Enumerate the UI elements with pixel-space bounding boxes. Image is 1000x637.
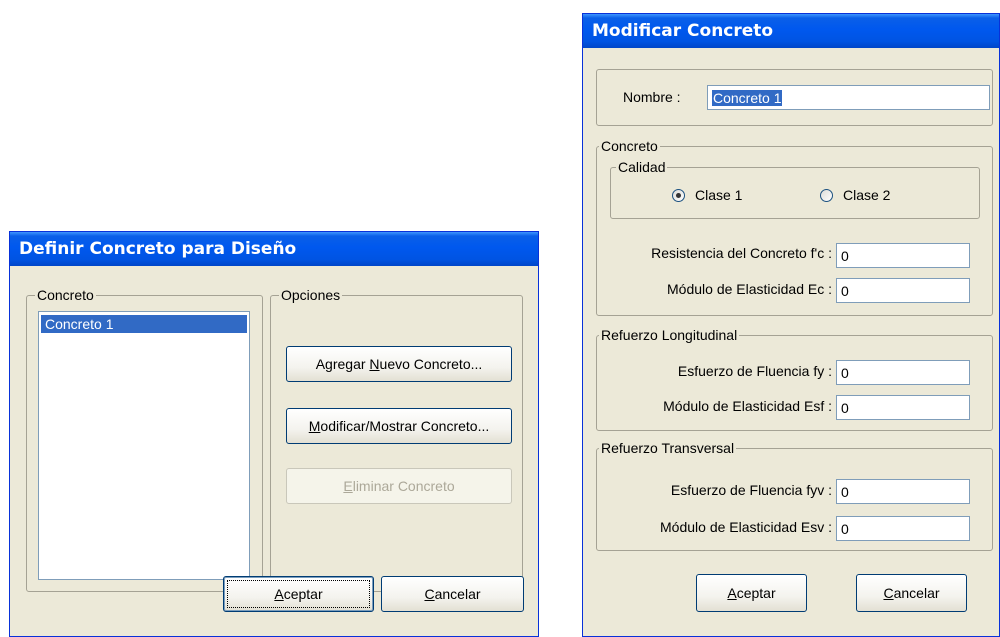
- refuerzo-transversal-label: Refuerzo Transversal: [599, 440, 737, 456]
- dialog-title: Modificar Concreto: [583, 14, 999, 48]
- clase-2-radio[interactable]: [820, 189, 833, 202]
- concreto-listbox[interactable]: Concreto 1: [38, 311, 250, 580]
- fy-field[interactable]: 0: [836, 360, 970, 385]
- esv-label: Módulo de Elasticidad Esv :: [660, 519, 832, 535]
- fy-label: Esfuerzo de Fluencia fy :: [677, 363, 832, 379]
- focus-rectangle: Aceptar: [227, 580, 370, 608]
- clase-1-label[interactable]: Clase 1: [695, 186, 742, 204]
- opciones-group: Opciones Agregar Nuevo Concreto... Modif…: [270, 287, 523, 592]
- calidad-group: Calidad Clase 1 Clase 2: [610, 159, 980, 219]
- concreto-group-label: Concreto: [599, 138, 660, 154]
- cancelar-button[interactable]: Cancelar: [856, 574, 967, 612]
- calidad-group-label: Calidad: [616, 159, 668, 175]
- esf-field[interactable]: 0: [836, 395, 970, 420]
- aceptar-button[interactable]: Aceptar: [696, 574, 807, 612]
- eliminar-concreto-button[interactable]: Eliminar Concreto: [286, 468, 512, 504]
- concreto-group: Concreto Concreto 1: [26, 287, 263, 592]
- esv-field[interactable]: 0: [836, 516, 970, 541]
- refuerzo-transversal-group: Refuerzo Transversal Esfuerzo de Fluenci…: [596, 440, 993, 551]
- agregar-nuevo-concreto-button[interactable]: Agregar Nuevo Concreto...: [286, 346, 512, 382]
- modulo-ec-label: Módulo de Elasticidad Ec :: [667, 281, 832, 297]
- resistencia-label: Resistencia del Concreto f'c :: [651, 245, 832, 261]
- cancelar-button[interactable]: Cancelar: [381, 576, 524, 612]
- fyv-field[interactable]: 0: [836, 479, 970, 504]
- nombre-value: Concreto 1: [712, 90, 783, 106]
- resistencia-field[interactable]: 0: [836, 243, 970, 268]
- nombre-label: Nombre :: [623, 89, 681, 105]
- aceptar-button[interactable]: Aceptar: [223, 576, 374, 612]
- modificar-mostrar-concreto-button[interactable]: Modificar/Mostrar Concreto...: [286, 408, 512, 444]
- esf-label: Módulo de Elasticidad Esf :: [663, 398, 832, 414]
- radio-selected-dot: [676, 193, 681, 198]
- nombre-field[interactable]: Concreto 1: [707, 85, 990, 110]
- opciones-group-label: Opciones: [279, 287, 343, 303]
- refuerzo-longitudinal-group: Refuerzo Longitudinal Esfuerzo de Fluenc…: [596, 327, 993, 431]
- modulo-ec-field[interactable]: 0: [836, 278, 970, 303]
- concreto-group-label: Concreto: [35, 287, 96, 303]
- clase-2-label[interactable]: Clase 2: [843, 186, 890, 204]
- clase-1-radio[interactable]: [672, 189, 685, 202]
- dialog-title: Definir Concreto para Diseño: [10, 232, 538, 266]
- list-item-concreto-1[interactable]: Concreto 1: [41, 315, 247, 333]
- refuerzo-longitudinal-label: Refuerzo Longitudinal: [599, 327, 740, 343]
- nombre-group: Nombre : Concreto 1: [596, 69, 993, 126]
- modificar-concreto-dialog: Modificar Concreto Nombre : Concreto 1 C…: [582, 13, 1000, 637]
- concreto-group: Concreto Calidad Clase 1 Clase 2 Resiste…: [596, 138, 993, 316]
- definir-concreto-dialog: Definir Concreto para Diseño Concreto Co…: [9, 231, 539, 637]
- fyv-label: Esfuerzo de Fluencia fyv :: [670, 482, 832, 498]
